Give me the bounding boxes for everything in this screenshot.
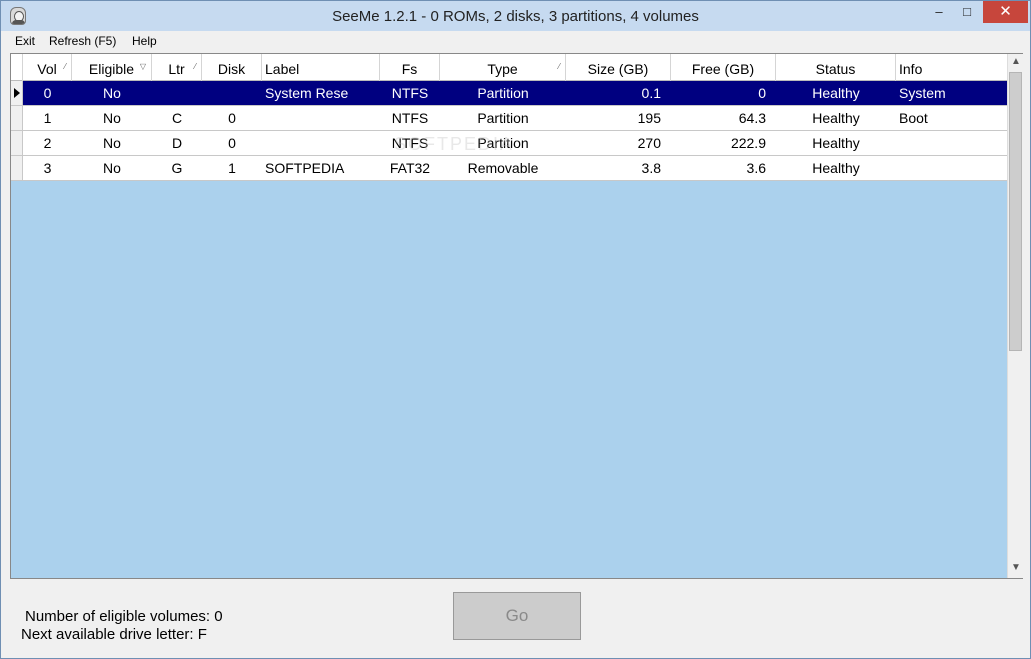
cell-status: Healthy (812, 85, 860, 101)
cell-info (896, 156, 1007, 180)
cell-disk (202, 81, 262, 105)
cell-free: 3.6 (746, 160, 766, 176)
cell-ltr: C (171, 110, 183, 126)
scroll-thumb[interactable] (1009, 72, 1022, 351)
cell-eligible: No (103, 110, 121, 126)
col-free[interactable]: Free (GB) (671, 54, 776, 81)
volume-grid[interactable]: Vol ⁄ Eligible ▽ Ltr ⁄ Disk Label Fs Type ⁄ … (10, 53, 1023, 579)
app-window: SeeMe 1.2.1 - 0 ROMs, 2 disks, 3 partiti… (0, 0, 1031, 659)
table-row[interactable]: 3 No G 1 SOFTPEDIA FAT32 Removable 3.8 3… (11, 156, 1007, 181)
header-indicator (11, 54, 23, 81)
window-title: SeeMe 1.2.1 - 0 ROMs, 2 disks, 3 partiti… (332, 8, 699, 25)
cell-label: SOFTPEDIA (265, 160, 345, 176)
row-indicator (11, 81, 23, 105)
cell-free: 222.9 (730, 135, 766, 151)
softpedia-watermark: SOFTPEDIA (394, 134, 515, 154)
cell-label (262, 131, 380, 155)
table-row[interactable]: 0 No System Rese NTFS Partition 0.1 0 He… (11, 81, 1007, 106)
cell-size: 270 (637, 135, 661, 151)
col-disk[interactable]: Disk (202, 54, 262, 81)
cell-info (896, 131, 1007, 155)
row-indicator (11, 106, 23, 130)
cell-fs: NTFS (391, 85, 429, 101)
col-label[interactable]: Label (262, 54, 380, 81)
cell-status: Healthy (812, 110, 860, 126)
cell-ltr: G (171, 160, 183, 176)
cell-ltr: D (171, 135, 183, 151)
title-bar[interactable]: SeeMe 1.2.1 - 0 ROMs, 2 disks, 3 partiti… (1, 1, 1030, 31)
scroll-down-icon[interactable]: ▼ (1011, 562, 1021, 573)
menu-help[interactable]: Help (132, 34, 157, 48)
vertical-scrollbar[interactable]: ▲ ▼ (1007, 54, 1023, 578)
cell-vol: 1 (43, 110, 52, 126)
eligible-volumes-text: Number of eligible volumes: 0 (25, 608, 223, 625)
cell-type: Removable (467, 160, 539, 176)
sort-icon: ⁄ (194, 62, 196, 71)
filter-icon: ▽ (139, 62, 146, 71)
cell-label (262, 106, 380, 130)
col-type[interactable]: Type ⁄ (440, 54, 566, 81)
cell-fs: NTFS (391, 110, 429, 126)
col-ltr[interactable]: Ltr ⁄ (152, 54, 202, 81)
cell-type: Partition (477, 110, 529, 126)
cell-type: Partition (477, 85, 529, 101)
cell-vol: 2 (43, 135, 52, 151)
cell-vol: 0 (43, 85, 52, 101)
col-info[interactable]: Info (896, 54, 1007, 81)
close-button[interactable]: ✕ (983, 1, 1028, 23)
col-fs[interactable]: Fs (380, 54, 440, 81)
row-indicator (11, 156, 23, 180)
cell-eligible: No (103, 160, 121, 176)
cell-info: System (899, 85, 946, 101)
menu-bar: Exit Refresh (F5) Help (9, 32, 1024, 52)
grid-header: Vol ⁄ Eligible ▽ Ltr ⁄ Disk Label Fs Type ⁄ … (11, 54, 1007, 81)
cell-free: 64.3 (738, 110, 766, 126)
scroll-up-icon[interactable]: ▲ (1011, 56, 1021, 67)
cell-status: Healthy (812, 160, 860, 176)
col-size[interactable]: Size (GB) (566, 54, 671, 81)
cell-free: 0 (758, 85, 766, 101)
row-indicator (11, 131, 23, 155)
maximize-button[interactable]: □ (953, 1, 981, 23)
cell-disk: 1 (228, 160, 236, 176)
cell-size: 195 (637, 110, 661, 126)
go-button[interactable]: Go (453, 592, 581, 640)
cell-vol: 3 (43, 160, 52, 176)
cell-disk: 0 (228, 110, 236, 126)
col-status[interactable]: Status (776, 54, 896, 81)
table-row[interactable]: 1 No C 0 NTFS Partition 195 64.3 Healthy… (11, 106, 1007, 131)
col-eligible[interactable]: Eligible ▽ (72, 54, 152, 81)
cell-eligible: No (103, 85, 121, 101)
cell-label: System Rese (265, 85, 349, 101)
minimize-button[interactable]: – (925, 1, 953, 23)
next-drive-letter-text: Next available drive letter: F (21, 626, 207, 643)
menu-refresh[interactable]: Refresh (F5) (49, 34, 116, 48)
cell-eligible: No (103, 135, 121, 151)
sort-icon: ⁄ (64, 62, 66, 71)
sort-icon: ⁄ (558, 62, 560, 71)
cell-info: Boot (899, 110, 928, 126)
cell-ltr (152, 81, 202, 105)
cell-size: 3.8 (641, 160, 661, 176)
cell-size: 0.1 (641, 85, 661, 101)
cell-disk: 0 (228, 135, 236, 151)
row-pointer-icon (14, 88, 20, 98)
menu-exit[interactable]: Exit (15, 34, 35, 48)
col-vol[interactable]: Vol ⁄ (23, 54, 72, 81)
cell-fs: FAT32 (389, 160, 431, 176)
cell-status: Healthy (812, 135, 860, 151)
